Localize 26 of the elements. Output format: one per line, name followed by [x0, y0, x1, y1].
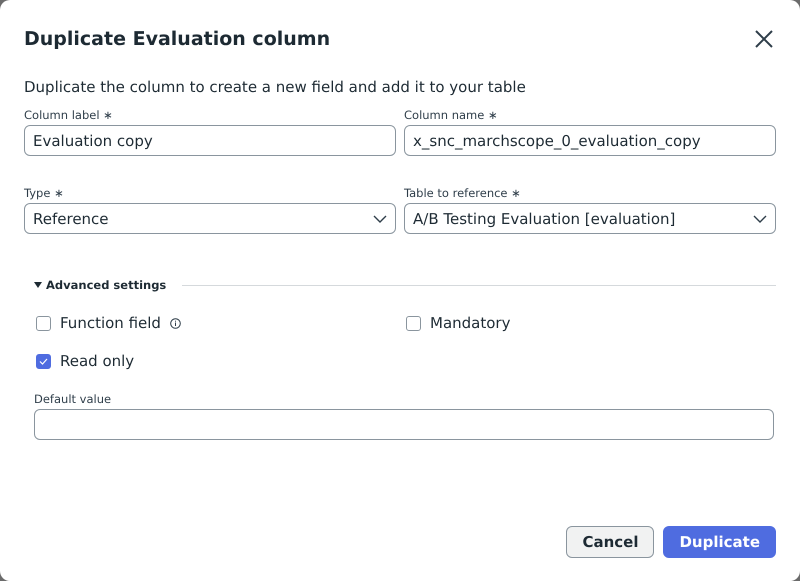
chevron-down-icon	[373, 214, 387, 222]
cancel-button[interactable]: Cancel	[566, 526, 654, 558]
field-label: Table to reference ∗	[404, 186, 522, 200]
checkbox-label: Function field	[60, 314, 161, 332]
checkmark-icon	[39, 358, 48, 364]
text-field[interactable]: x_snc_marchscope_0_evaluation_copy	[404, 125, 776, 156]
field-label: Type ∗	[24, 186, 65, 200]
text-field[interactable]	[34, 409, 774, 440]
checkbox[interactable]	[36, 316, 51, 330]
dialog-title: Duplicate Evaluation column	[24, 28, 330, 50]
field-label: Column label ∗	[24, 108, 114, 122]
select-field[interactable]: Reference	[24, 203, 396, 234]
field-label: Default value	[34, 392, 112, 406]
chevron-down-icon	[753, 214, 767, 222]
field-label: Column name ∗	[404, 108, 499, 122]
dialog-description: Duplicate the column to create a new field and add it to your table	[24, 78, 527, 96]
checkbox-label: Read only	[60, 352, 134, 370]
checkbox-label: Mandatory	[430, 314, 510, 332]
close-icon	[755, 30, 773, 48]
select-field[interactable]: A/B Testing Evaluation [evaluation]	[404, 203, 776, 234]
checkbox[interactable]	[36, 354, 51, 368]
advanced-settings-toggle[interactable]: Advanced settings	[34, 278, 166, 292]
text-field[interactable]: Evaluation copy	[24, 125, 396, 156]
triangle-down-icon	[34, 282, 42, 288]
duplicate-button[interactable]: Duplicate	[663, 526, 776, 558]
checkbox[interactable]	[406, 316, 421, 330]
